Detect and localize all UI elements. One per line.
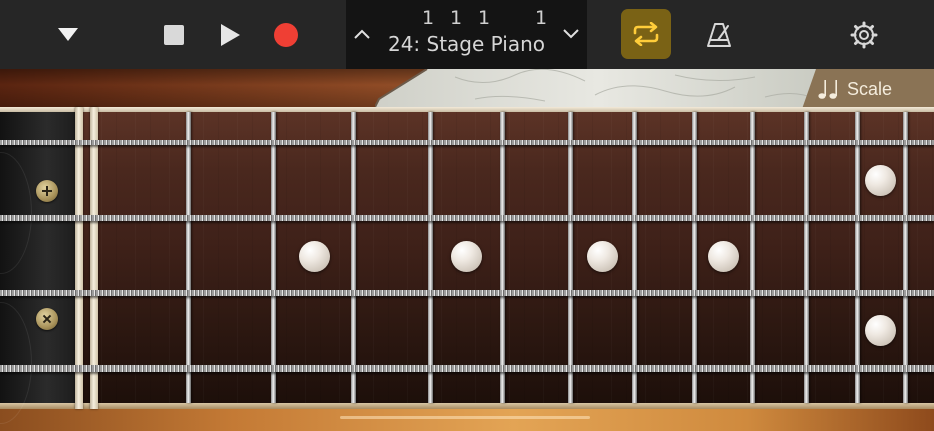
lcd-display: 1 1 1 1 24: Stage Piano — [346, 0, 587, 69]
string-e[interactable] — [0, 365, 934, 372]
play-icon — [221, 23, 240, 46]
fret-inlay-9 — [708, 241, 739, 272]
control-bar: 1 1 1 1 24: Stage Piano — [0, 0, 934, 69]
headstock — [0, 112, 78, 424]
gear-icon — [850, 21, 878, 48]
fret-inlay-5 — [451, 241, 482, 272]
fret-7 — [632, 112, 637, 403]
settings-button[interactable] — [842, 0, 886, 69]
position-beat: 1 — [450, 7, 463, 29]
record-button[interactable] — [264, 0, 308, 69]
fret-3 — [351, 112, 356, 403]
fret-10 — [804, 112, 809, 403]
fret-4 — [428, 112, 433, 403]
view-menu-button[interactable] — [46, 0, 90, 69]
metronome-button[interactable] — [697, 0, 741, 69]
metronome-icon — [707, 22, 731, 47]
position-tick: 1 — [535, 7, 548, 29]
fret-1 — [186, 112, 191, 403]
instrument-name[interactable]: 24: Stage Piano — [346, 32, 587, 56]
nut — [90, 107, 98, 409]
fret-5 — [500, 112, 505, 403]
string-g[interactable] — [0, 140, 934, 145]
headstock-screw — [36, 180, 58, 202]
playhead-position: 1 1 1 1 — [346, 7, 587, 29]
triangle-down-icon — [58, 27, 78, 41]
next-instrument-button[interactable] — [561, 22, 581, 46]
headstock-contour — [0, 152, 32, 274]
fret-9 — [750, 112, 755, 403]
bass-fretboard-area: Scale — [0, 69, 934, 431]
fret-2 — [271, 112, 276, 403]
string-d[interactable] — [0, 215, 934, 221]
play-button[interactable] — [208, 0, 252, 69]
stop-button[interactable] — [152, 0, 196, 69]
guitar-body-lower — [0, 409, 934, 431]
loop-button[interactable] — [621, 9, 671, 59]
stop-icon — [164, 24, 184, 45]
chevron-down-icon — [563, 29, 579, 39]
fret-inlay-3 — [299, 241, 330, 272]
nut — [75, 107, 83, 409]
fret-inlay-7 — [587, 241, 618, 272]
record-icon — [274, 22, 298, 47]
fret-6 — [568, 112, 573, 403]
position-division: 1 — [478, 7, 491, 29]
fret-inlay-12-lower — [865, 315, 896, 346]
fret-8 — [692, 112, 697, 403]
headstock-screw — [36, 308, 58, 330]
position-bar: 1 — [422, 7, 435, 29]
fret-12 — [903, 112, 908, 403]
scale-button-label: Scale — [847, 79, 893, 99]
string-a[interactable] — [0, 290, 934, 296]
fret-11 — [855, 112, 860, 403]
music-notes-icon — [818, 80, 837, 99]
scale-button[interactable]: Scale — [802, 69, 934, 109]
fret-inlay-12-upper — [865, 165, 896, 196]
loop-icon — [633, 22, 659, 46]
